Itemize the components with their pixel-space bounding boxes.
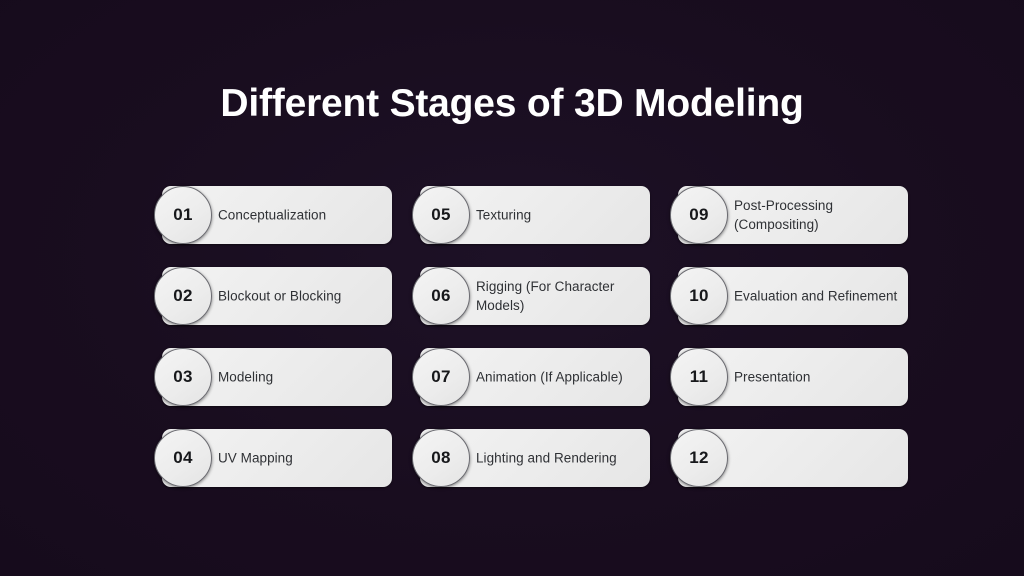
- stage-card-06[interactable]: 06 Rigging (For Character Models): [412, 267, 650, 325]
- stage-number: 12: [689, 448, 709, 467]
- stage-number-badge: 05: [412, 186, 470, 244]
- stage-card-08[interactable]: 08 Lighting and Rendering: [412, 429, 650, 487]
- stage-number: 08: [431, 448, 451, 467]
- page-title: Different Stages of 3D Modeling: [220, 82, 804, 125]
- stage-card-09[interactable]: 09 Post-Processing (Compositing): [670, 186, 908, 244]
- stage-number: 02: [173, 286, 193, 305]
- stage-label: Evaluation and Refinement: [734, 288, 898, 304]
- stage-card-02[interactable]: 02 Blockout or Blocking: [154, 267, 392, 325]
- stage-number-badge: 07: [412, 348, 470, 406]
- stage-number-badge: 10: [670, 267, 728, 325]
- stage-label: Texturing: [476, 207, 532, 223]
- stage-label: Modeling: [218, 369, 274, 385]
- stage-card-04[interactable]: 04 UV Mapping: [154, 429, 392, 487]
- stage-card-12[interactable]: 12: [670, 429, 908, 487]
- stage-label: Rigging (For Character Models): [476, 279, 615, 313]
- stage-label: Conceptualization: [218, 207, 327, 223]
- stage-number-badge: 06: [412, 267, 470, 325]
- stage-label: Presentation: [734, 369, 811, 385]
- stage-number: 05: [431, 205, 451, 224]
- stage-number-badge: 04: [154, 429, 212, 487]
- stage-card-11[interactable]: 11 Presentation: [670, 348, 908, 406]
- stage-number: 10: [689, 286, 709, 305]
- stage-number-badge: 01: [154, 186, 212, 244]
- stage-number-badge: 02: [154, 267, 212, 325]
- stage-card-01[interactable]: 01 Conceptualization: [154, 186, 392, 244]
- stage-label: UV Mapping: [218, 450, 293, 466]
- stage-label: Blockout or Blocking: [218, 288, 342, 304]
- stage-number-badge: 11: [670, 348, 728, 406]
- stage-number: 09: [689, 205, 709, 224]
- stage-number: 01: [173, 205, 193, 224]
- slide-canvas: Different Stages of 3D Modeling 01 Conce…: [0, 0, 1024, 576]
- stage-card-03[interactable]: 03 Modeling: [154, 348, 392, 406]
- stage-card-05[interactable]: 05 Texturing: [412, 186, 650, 244]
- stage-label: Lighting and Rendering: [476, 450, 617, 466]
- stage-number: 11: [689, 367, 709, 386]
- stage-label: Animation (If Applicable): [476, 369, 623, 385]
- stage-number-badge: 12: [670, 429, 728, 487]
- stage-number: 04: [173, 448, 193, 467]
- stage-number-badge: 08: [412, 429, 470, 487]
- stage-number-badge: 03: [154, 348, 212, 406]
- stage-number: 07: [431, 367, 451, 386]
- stage-card-10[interactable]: 10 Evaluation and Refinement: [670, 267, 908, 325]
- stages-grid: 01 Conceptualization 02 Blockout or Bloc…: [154, 186, 908, 487]
- stage-card-07[interactable]: 07 Animation (If Applicable): [412, 348, 650, 406]
- stage-number: 03: [173, 367, 193, 386]
- stage-number: 06: [431, 286, 451, 305]
- stage-label: Post-Processing (Compositing): [734, 198, 834, 232]
- stage-number-badge: 09: [670, 186, 728, 244]
